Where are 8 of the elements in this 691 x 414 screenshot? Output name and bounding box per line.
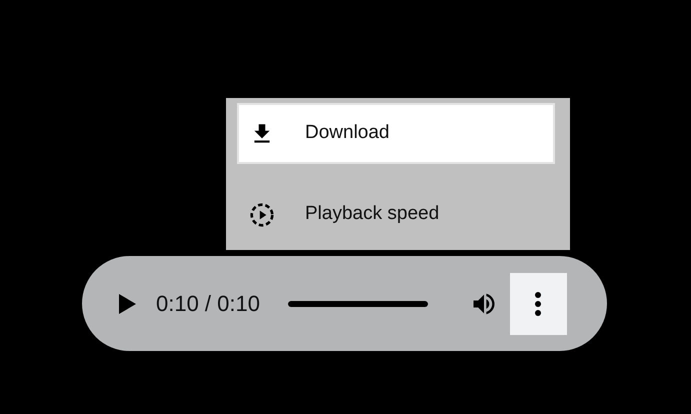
time-display: 0:10 / 0:10 xyxy=(156,290,260,318)
playback-speed-icon xyxy=(249,202,275,228)
menu-item[interactable]: Download xyxy=(237,103,555,164)
menu-item[interactable]: Playback speed xyxy=(237,184,555,245)
more-icon xyxy=(534,290,542,316)
play-button[interactable] xyxy=(118,292,138,314)
progress-fill[interactable] xyxy=(288,300,428,306)
more-options-button[interactable] xyxy=(510,272,567,334)
